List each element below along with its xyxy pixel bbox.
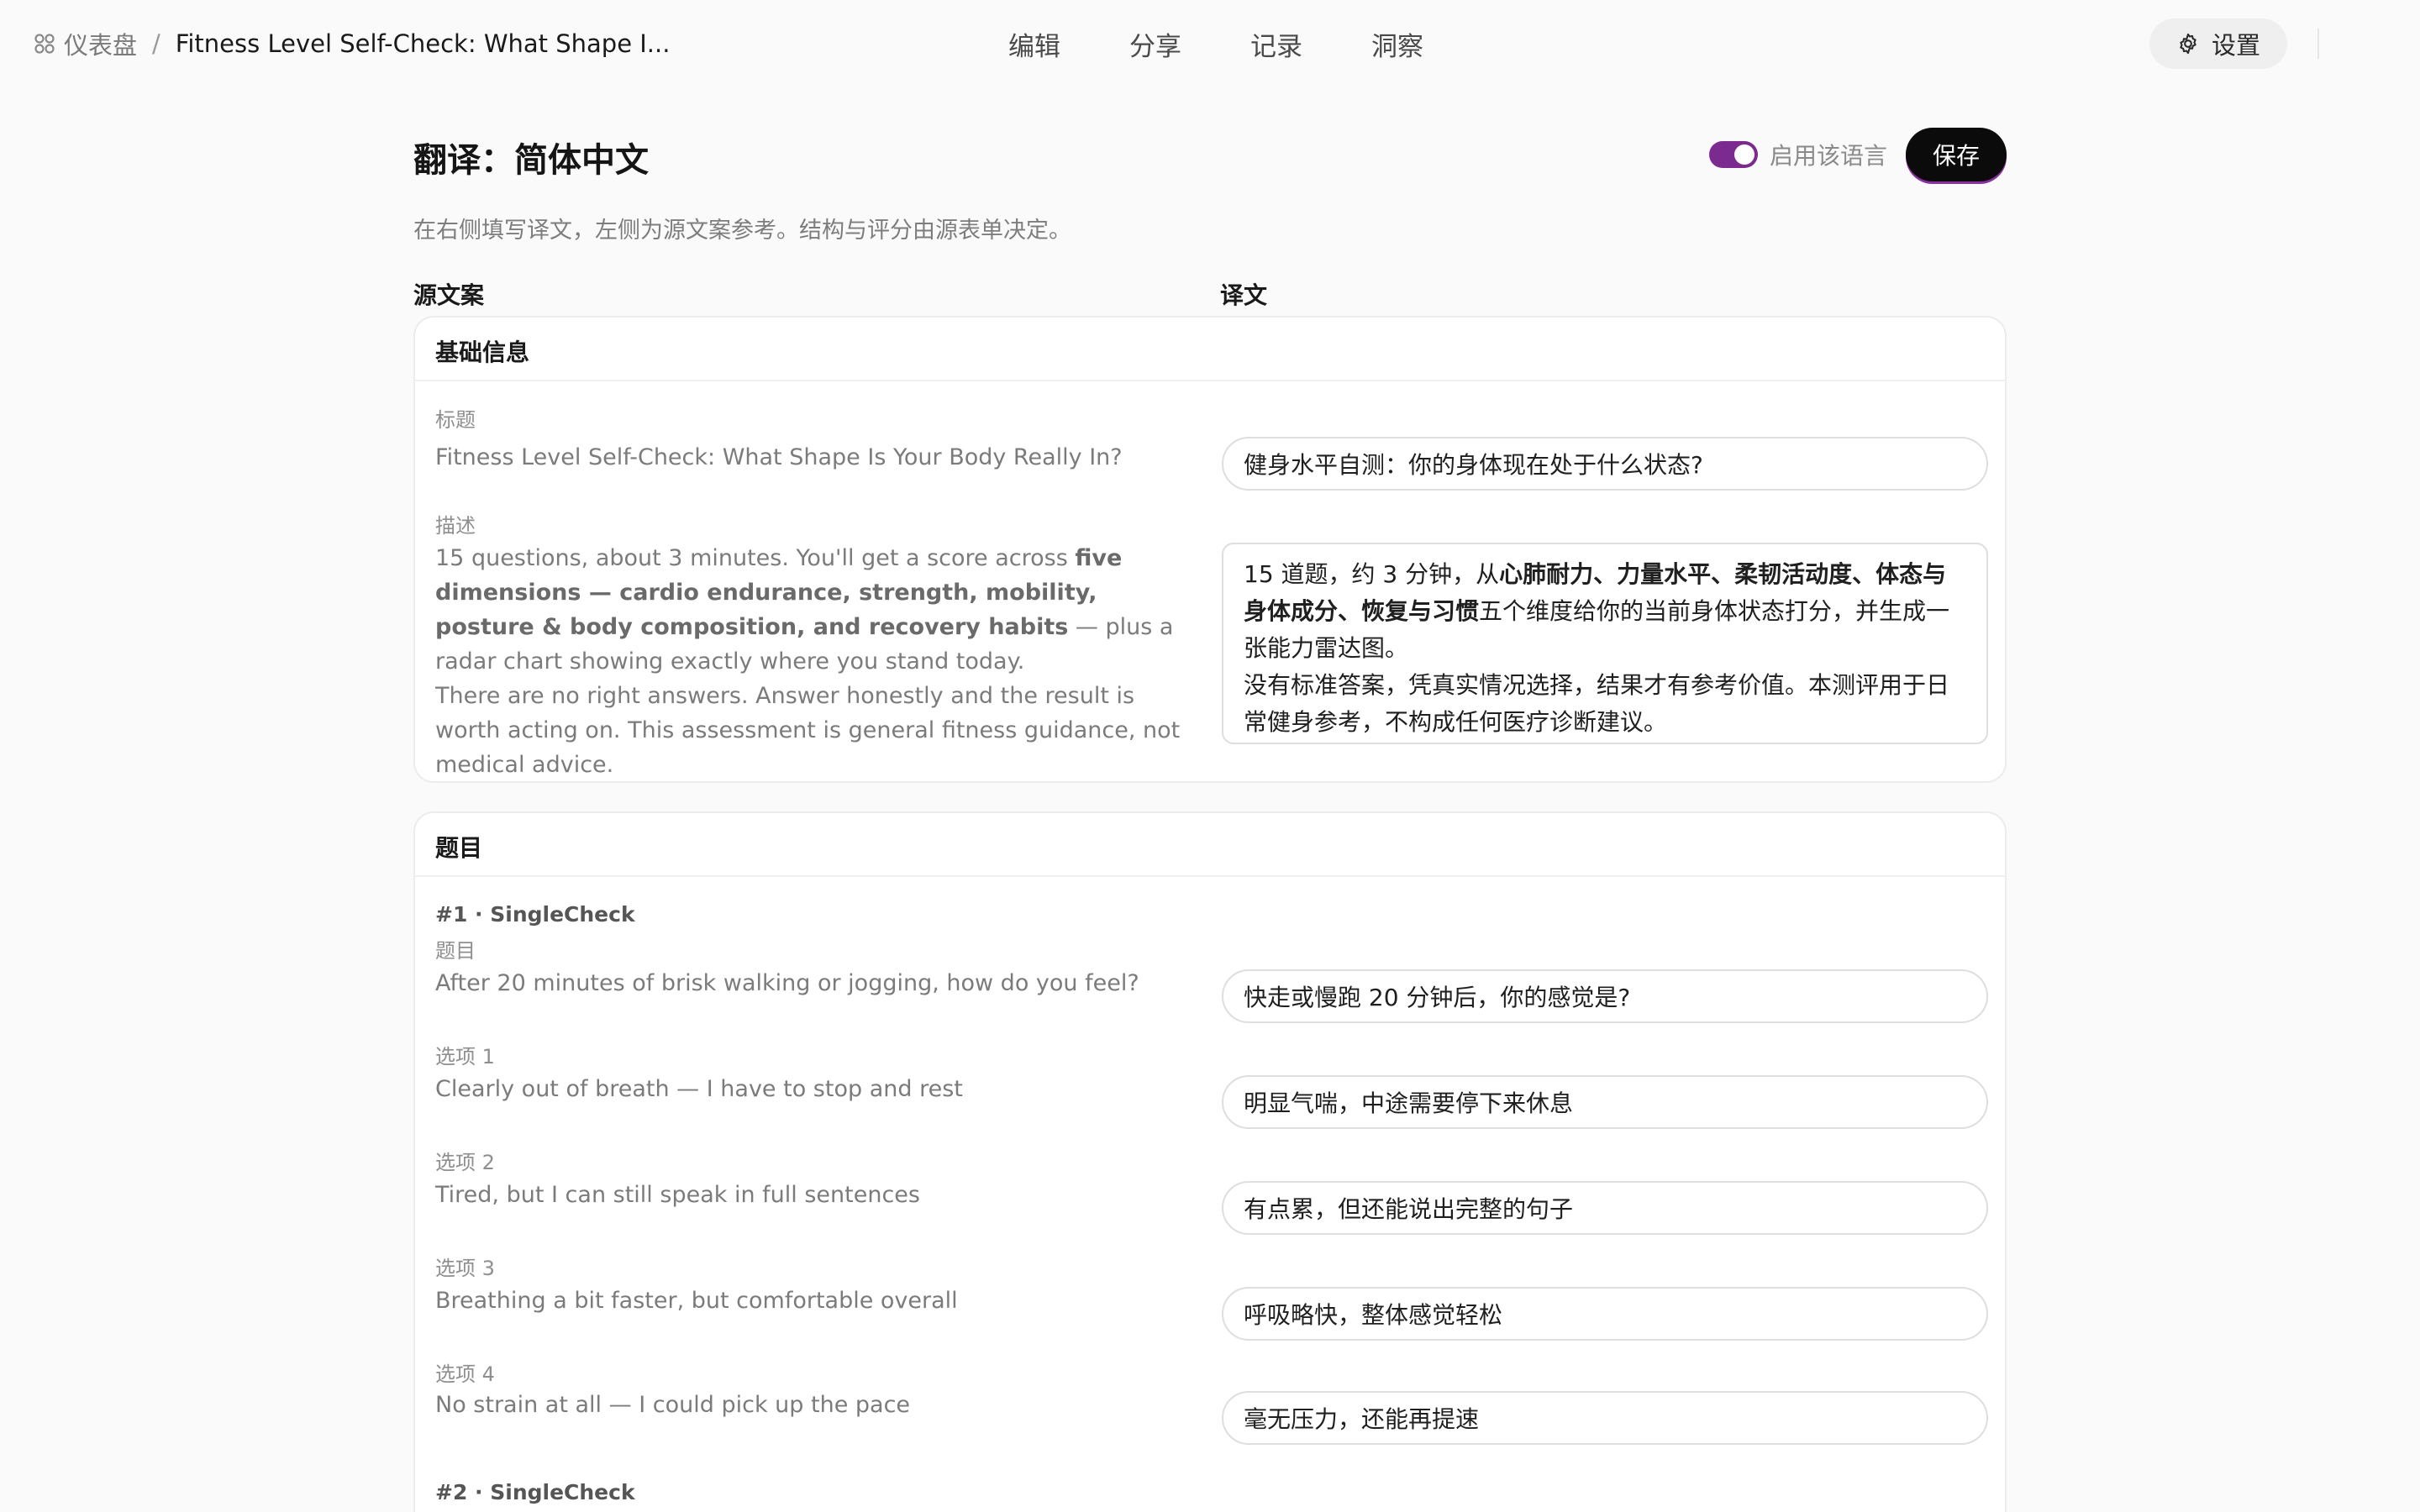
desc-translation-part: 15 道题，约 3 分钟，从 bbox=[1244, 560, 1500, 588]
breadcrumb-separator: / bbox=[152, 29, 160, 58]
option-2-source-text: Tired, but I can still speak in full sen… bbox=[435, 1182, 920, 1208]
page-subtitle: 在右侧填写译文，左侧为源文案参考。结构与评分由源表单决定。 bbox=[413, 218, 1071, 244]
tab-share[interactable]: 分享 bbox=[1129, 25, 1181, 63]
toolbar-divider bbox=[2317, 29, 2319, 59]
settings-label: 设置 bbox=[2211, 31, 2260, 60]
question-1-label: 题目 bbox=[435, 939, 476, 963]
breadcrumb-dashboard-link[interactable]: 仪表盘 bbox=[34, 26, 137, 61]
save-button[interactable]: 保存 bbox=[1906, 128, 2007, 181]
desc-translation-paragraph: 没有标准答案，凭真实情况选择，结果才有参考价值。本测评用于日常健身参考，不构成任… bbox=[1244, 671, 1950, 736]
translation-column-heading: 译文 bbox=[1220, 281, 1268, 309]
breadcrumb-dashboard-label: 仪表盘 bbox=[64, 31, 138, 60]
questions-title: 题目 bbox=[435, 834, 483, 862]
option-1-label: 选项 1 bbox=[435, 1045, 495, 1068]
settings-button[interactable]: 设置 bbox=[2149, 18, 2287, 69]
option-2-label: 选项 2 bbox=[435, 1151, 495, 1174]
gear-icon bbox=[2180, 33, 2196, 55]
question-1-source-text: After 20 minutes of brisk walking or jog… bbox=[435, 970, 1139, 996]
tab-insights[interactable]: 洞察 bbox=[1371, 25, 1423, 63]
basic-info-card: 基础信息 标题 Fitness Level Self-Check: What S… bbox=[413, 316, 2007, 783]
option-4-translation-input[interactable]: 毫无压力，还能再提速 bbox=[1222, 1391, 1988, 1445]
basic-info-title: 基础信息 bbox=[435, 339, 530, 366]
option-1-source-text: Clearly out of breath — I have to stop a… bbox=[435, 1076, 963, 1102]
option-3-translation-input[interactable]: 呼吸略快，整体感觉轻松 bbox=[1222, 1287, 1988, 1341]
question-1-heading: #1 · SingleCheck bbox=[435, 902, 635, 927]
description-field-label: 描述 bbox=[435, 514, 476, 538]
enable-language-toggle[interactable] bbox=[1709, 141, 1758, 168]
toggle-knob bbox=[1734, 144, 1754, 165]
enable-language-control: 启用该语言 bbox=[1709, 139, 1887, 170]
title-translation-input[interactable]: 健身水平自测：你的身体现在处于什么状态? bbox=[1222, 437, 1988, 491]
option-3-label: 选项 3 bbox=[435, 1257, 495, 1280]
top-bar: 仪表盘 / Fitness Level Self-Check: What Sha… bbox=[0, 0, 2420, 87]
option-3-source-text: Breathing a bit faster, but comfortable … bbox=[435, 1288, 958, 1314]
option-2-translation-input[interactable]: 有点累，但还能说出完整的句子 bbox=[1222, 1181, 1988, 1235]
tab-records[interactable]: 记录 bbox=[1250, 25, 1302, 63]
card-header: 题目 bbox=[415, 813, 2005, 877]
option-1-translation-input[interactable]: 明显气喘，中途需要停下来休息 bbox=[1222, 1075, 1988, 1129]
card-header: 基础信息 bbox=[415, 318, 2005, 381]
desc-source-part: 15 questions, about 3 minutes. You'll ge… bbox=[435, 545, 1076, 571]
tab-edit[interactable]: 编辑 bbox=[1008, 25, 1060, 63]
top-nav: 编辑 分享 记录 洞察 bbox=[1008, 0, 1423, 87]
breadcrumb-current-form: Fitness Level Self-Check: What Shape I..… bbox=[175, 29, 671, 58]
breadcrumb: 仪表盘 / Fitness Level Self-Check: What Sha… bbox=[34, 0, 670, 87]
option-4-label: 选项 4 bbox=[435, 1362, 495, 1386]
description-translation-textarea[interactable]: 15 道题，约 3 分钟，从心肺耐力、力量水平、柔韧活动度、体态与身体成分、恢复… bbox=[1222, 543, 1988, 744]
questions-card: 题目 #1 · SingleCheck 题目 After 20 minutes … bbox=[413, 811, 2007, 1512]
grid-icon bbox=[34, 34, 55, 54]
source-column-heading: 源文案 bbox=[413, 281, 485, 309]
option-4-source-text: No strain at all — I could pick up the p… bbox=[435, 1392, 911, 1418]
question-1-translation-input[interactable]: 快走或慢跑 20 分钟后，你的感觉是? bbox=[1222, 969, 1988, 1023]
title-field-label: 标题 bbox=[435, 408, 476, 432]
desc-source-paragraph: There are no right answers. Answer hones… bbox=[435, 683, 1181, 778]
question-2-heading: #2 · SingleCheck bbox=[435, 1480, 635, 1504]
enable-language-label: 启用该语言 bbox=[1770, 142, 1888, 170]
description-source-text: 15 questions, about 3 minutes. You'll ge… bbox=[435, 541, 1192, 782]
page-title: 翻译：简体中文 bbox=[413, 141, 649, 180]
title-source-text: Fitness Level Self-Check: What Shape Is … bbox=[435, 444, 1123, 470]
